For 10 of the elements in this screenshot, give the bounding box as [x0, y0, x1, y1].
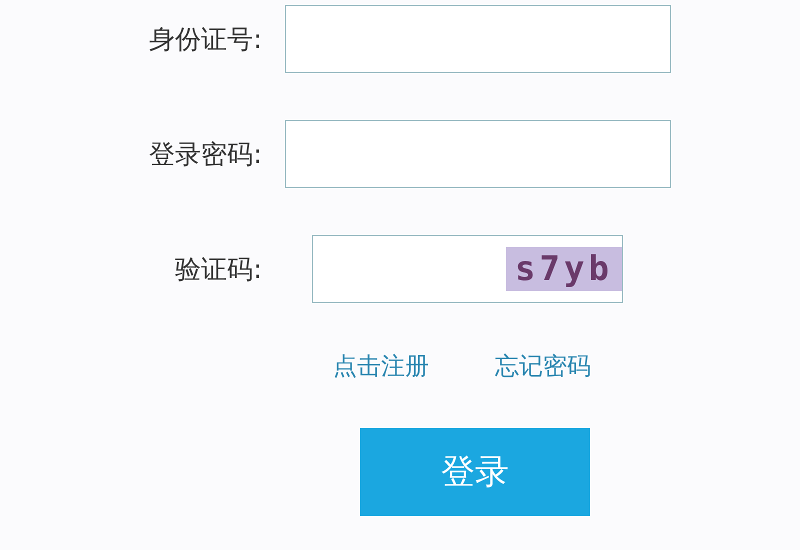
captcha-field[interactable]: s7yb [312, 235, 623, 303]
input-field[interactable] [285, 120, 671, 188]
link[interactable]: 点击注册 [333, 350, 429, 390]
link[interactable]: 忘记密码 [495, 350, 591, 390]
field-label: 验证码: [174, 254, 263, 286]
login-button[interactable]: 登录 [360, 428, 590, 516]
field-label: 身份证号: [148, 24, 263, 56]
input-field[interactable] [285, 5, 671, 73]
captcha-code: s7yb [506, 247, 622, 291]
field-label: 登录密码: [148, 138, 263, 172]
